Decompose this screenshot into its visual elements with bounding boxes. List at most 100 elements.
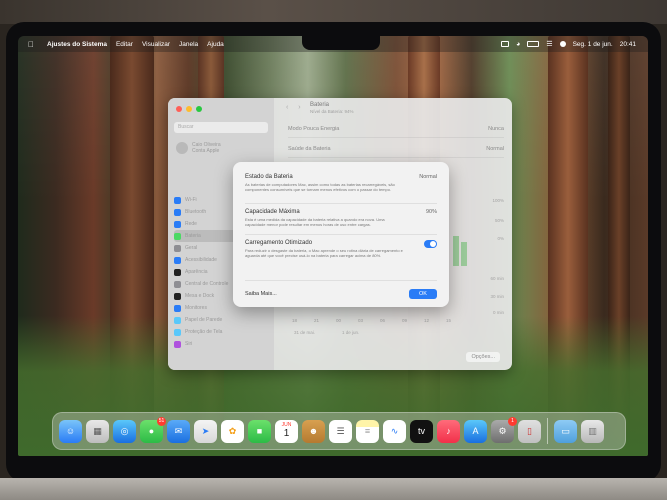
menubar-time[interactable]: 20:41: [620, 41, 636, 48]
settings-search-input[interactable]: Buscar: [174, 122, 268, 133]
system-settings-icon[interactable]: ⚙ 1: [491, 416, 517, 443]
sidebar-item-label: Rede: [185, 221, 197, 227]
options-button[interactable]: Opções...: [466, 352, 500, 362]
section-value: 90%: [425, 209, 437, 215]
user-subtitle: Conta Apple: [192, 148, 220, 154]
gear-icon: [174, 244, 181, 252]
notes-icon[interactable]: ≡: [356, 419, 379, 443]
bluetooth-icon: [174, 208, 181, 216]
control-center-icon: [174, 280, 181, 288]
row-value[interactable]: Normal: [486, 146, 504, 152]
facetime-icon[interactable]: ■: [248, 419, 271, 443]
launchpad-icon[interactable]: ▦: [86, 419, 109, 443]
section-value: Normal: [419, 174, 437, 180]
avatar: [176, 142, 188, 154]
sidebar-item-label: Mesa e Dock: [185, 293, 215, 299]
apple-tv-icon[interactable]: tv: [410, 419, 433, 443]
tick-label: 30 min: [490, 294, 504, 299]
sidebar-item-label: Proteção de Tela: [185, 329, 223, 335]
optimized-charging-toggle[interactable]: [424, 240, 437, 248]
close-window-button[interactable]: [176, 106, 182, 112]
tick-label: 100%: [492, 198, 504, 203]
calendar-day: 1: [283, 427, 290, 439]
battery-icon: [174, 232, 181, 240]
menu-app-name[interactable]: Ajustes do Sistema: [47, 41, 107, 48]
menu-janela[interactable]: Janela: [179, 41, 198, 48]
sidebar-item-siri[interactable]: Siri: [174, 338, 270, 350]
divider: [245, 203, 437, 204]
sidebar-item-papel-de-parede[interactable]: Papel de Parede: [174, 314, 270, 326]
minimize-window-button[interactable]: [186, 106, 192, 112]
section-battery-state: Estado da Bateria Normal As baterias de …: [245, 174, 437, 192]
music-icon[interactable]: ♪: [437, 419, 460, 443]
divider: [245, 234, 437, 235]
row-value[interactable]: Nunca: [488, 126, 504, 132]
ok-button[interactable]: OK: [409, 289, 437, 299]
nav-arrows[interactable]: ‹ ›: [286, 104, 305, 111]
siri-icon[interactable]: [559, 41, 566, 47]
learn-more-button[interactable]: Saiba Mais...: [245, 291, 277, 297]
display-icon: [174, 304, 181, 312]
menu-visualizar[interactable]: Visualizar: [142, 41, 170, 48]
trash-icon[interactable]: ▥: [581, 419, 604, 443]
menu-editar[interactable]: Editar: [116, 41, 133, 48]
row-label: Saúde da Bateria: [288, 145, 331, 152]
section-title: Carregamento Otimizado: [245, 240, 313, 246]
sidebar-item-label: Siri: [185, 341, 193, 347]
network-icon: [174, 220, 181, 228]
row-low-power[interactable]: Modo Pouca Energia Nunca: [288, 120, 504, 138]
tick-label: 50%: [494, 218, 504, 223]
wifi-icon[interactable]: ◕: [516, 41, 520, 48]
apple-menu-icon[interactable]: : [28, 40, 38, 49]
downloads-folder-icon[interactable]: ▭: [554, 419, 577, 443]
dock-icon: [174, 292, 181, 300]
calendar-icon[interactable]: JUN 1: [275, 419, 298, 443]
laptop-base: [0, 478, 667, 500]
section-description: Para reduzir o desgaste da bateria, o Ma…: [245, 248, 403, 258]
messages-icon[interactable]: ● 51: [140, 416, 166, 443]
menubar-date[interactable]: Seg. 1 de jun.: [573, 41, 613, 48]
sidebar-item-label: Papel de Parede: [185, 317, 223, 323]
chart-date-label: 31 de mai.: [294, 330, 316, 335]
sidebar-item-label: Acessibilidade: [185, 257, 217, 263]
battery-health-dialog: Estado da Bateria Normal As baterias de …: [233, 162, 449, 307]
sidebar-item-label: Wi-Fi: [185, 197, 197, 203]
row-battery-health[interactable]: Saúde da Bateria Normal: [288, 140, 504, 158]
siri-icon: [174, 340, 181, 348]
safari-icon[interactable]: ◎: [113, 419, 136, 443]
menu-ajuda[interactable]: Ajuda: [207, 41, 224, 48]
tick-label: 60 min: [490, 276, 504, 281]
iphone-mirroring-icon[interactable]: ▯: [518, 419, 541, 443]
user-account-item[interactable]: Caio Oliveira Conta Apple: [176, 142, 221, 154]
finder-icon[interactable]: ☺: [59, 419, 82, 443]
contacts-icon[interactable]: ☻: [302, 419, 325, 443]
maps-icon[interactable]: ➤: [194, 419, 217, 443]
sidebar-item-label: Central de Controle: [185, 281, 229, 287]
tick-label: 0%: [497, 236, 504, 241]
tick-label: 12: [424, 318, 430, 323]
sidebar-item-label: Bluetooth: [185, 209, 207, 215]
messages-badge: 51: [157, 416, 166, 426]
zoom-window-button[interactable]: [196, 106, 202, 112]
reminders-icon[interactable]: ☰: [329, 419, 352, 443]
sidebar-item-label: Geral: [185, 245, 198, 251]
control-center-icon[interactable]: ☰: [546, 40, 552, 48]
screen-mirroring-icon[interactable]: [501, 41, 510, 47]
chart-date-label: 1 de jun.: [342, 330, 360, 335]
mail-icon[interactable]: ✉: [167, 419, 190, 443]
tick-label: 0 min: [492, 310, 504, 315]
accessibility-icon: [174, 256, 181, 264]
section-optimized-charging: Carregamento Otimizado Para reduzir o de…: [245, 240, 437, 258]
screensaver-icon: [174, 328, 181, 336]
freeform-icon[interactable]: ∿: [383, 419, 406, 443]
battery-icon[interactable]: [527, 41, 540, 47]
section-title: Estado da Bateria: [245, 174, 293, 180]
sidebar-item-protecao-de-tela[interactable]: Proteção de Tela: [174, 326, 270, 338]
chart-bar: [461, 242, 467, 266]
photos-icon[interactable]: ✿: [221, 419, 244, 443]
wallpaper-icon: [174, 316, 181, 324]
tick-label: 18: [292, 318, 298, 323]
tick-label: 21: [314, 318, 320, 323]
settings-badge: 1: [508, 416, 517, 426]
app-store-icon[interactable]: A: [464, 419, 487, 443]
